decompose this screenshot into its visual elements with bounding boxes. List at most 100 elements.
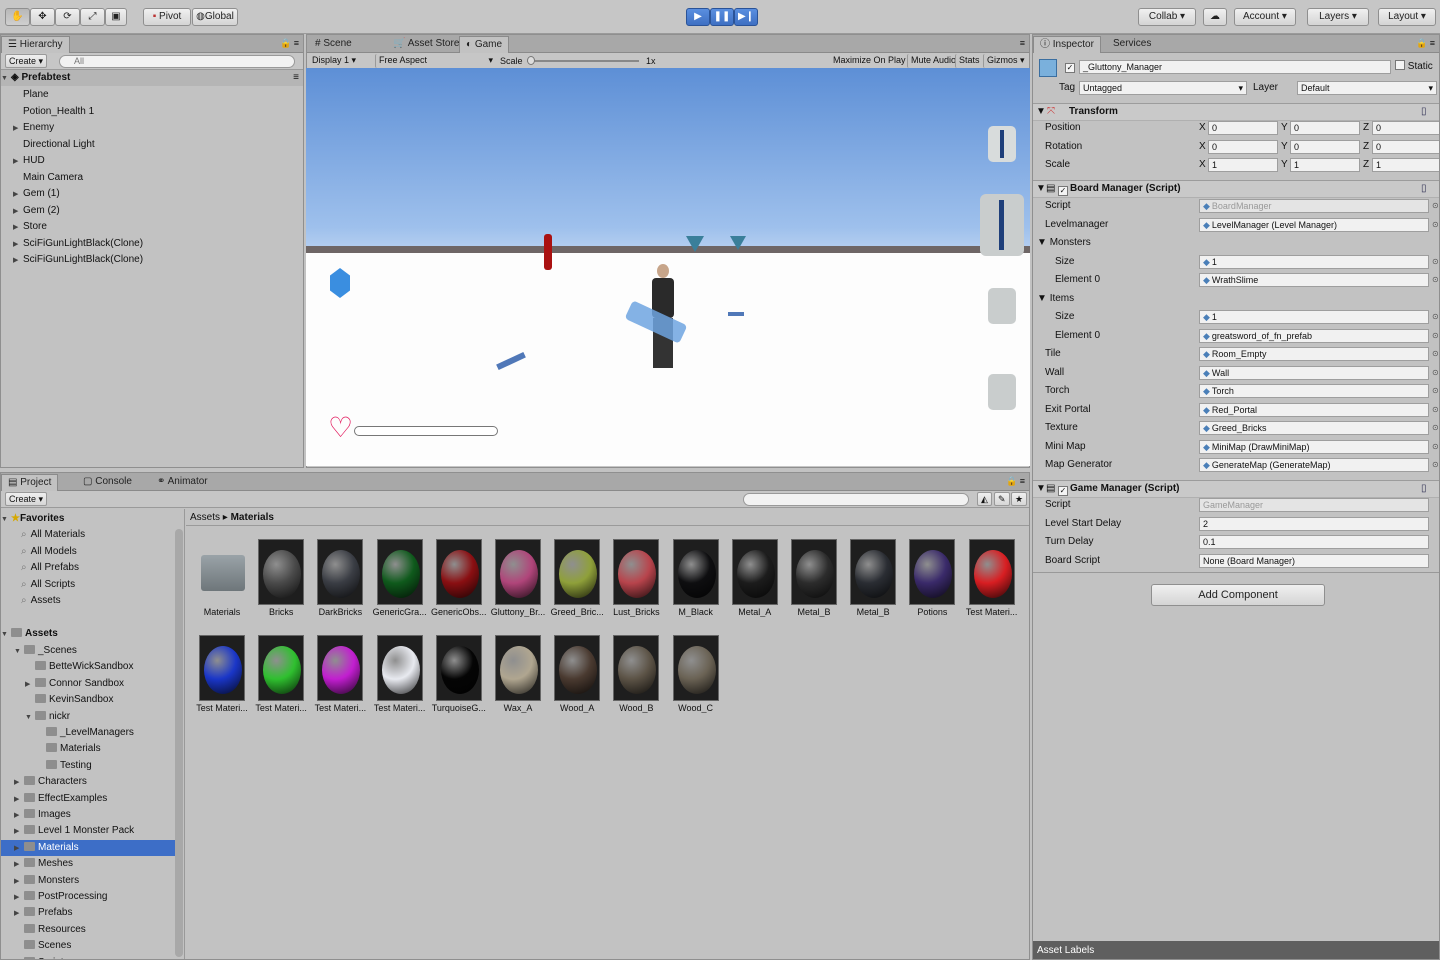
expand-arrow-icon[interactable]: ▶ xyxy=(14,874,24,890)
transform-rotation-z-field[interactable]: 0 xyxy=(1372,139,1439,154)
tag-dropdown[interactable]: Untagged ▾ xyxy=(1079,81,1247,95)
fold-arrow-icon[interactable]: ▼ xyxy=(1037,293,1050,304)
tab-services[interactable]: Services xyxy=(1107,36,1157,53)
aspect-dropdown[interactable]: Free Aspect ▾ xyxy=(375,54,495,68)
tab-hierarchy[interactable]: ☰ Hierarchy xyxy=(1,36,70,53)
expand-arrow-icon[interactable]: ▶ xyxy=(13,121,23,137)
add-component-button[interactable]: Add Component xyxy=(1151,584,1325,606)
transform-position-z-field[interactable]: 0 xyxy=(1372,121,1439,135)
tree-item[interactable]: ▶ Materials xyxy=(1,839,175,857)
tree-item[interactable]: ▶ Characters xyxy=(1,774,175,790)
hotbar-slot-4[interactable] xyxy=(988,374,1016,410)
tree-item[interactable]: ▶ Level 1 Monster Pack xyxy=(1,823,175,839)
favorite-item[interactable]: ⌕ Assets xyxy=(21,593,61,609)
transform-scale-z-field[interactable]: 1 xyxy=(1372,158,1439,172)
board-field-value[interactable]: ◆ 1 xyxy=(1199,310,1429,324)
object-picker-icon[interactable]: ⊙ xyxy=(1432,310,1439,324)
hierarchy-search-input[interactable]: All xyxy=(59,55,295,68)
material-thumbnail[interactable] xyxy=(672,635,719,701)
fold-arrow-icon[interactable]: ▼ xyxy=(1037,237,1050,248)
material-name[interactable]: GenericGra... xyxy=(370,607,430,617)
global-toggle[interactable]: ◍Global xyxy=(192,8,238,26)
material-thumbnail[interactable] xyxy=(435,539,482,605)
object-picker-icon[interactable]: ⊙ xyxy=(1432,218,1439,232)
expand-arrow-icon[interactable]: ▶ xyxy=(14,956,24,959)
layers-dropdown[interactable]: Layers ▾ xyxy=(1307,8,1369,26)
material-name[interactable]: Bricks xyxy=(251,607,311,617)
material-name[interactable]: Wood_B xyxy=(606,703,666,713)
tree-scrollbar[interactable] xyxy=(175,529,183,957)
material-name[interactable]: Greed_Bric... xyxy=(547,607,607,617)
game-field-value[interactable]: GameManager xyxy=(1199,498,1429,512)
board-field-value[interactable]: ◆ Torch xyxy=(1199,384,1429,398)
board-field-value[interactable]: ◆ Red_Portal xyxy=(1199,402,1429,417)
tree-item[interactable]: Testing xyxy=(1,758,175,774)
filter-type-icon[interactable]: ◭ xyxy=(977,492,992,506)
filter-label-icon[interactable]: ✎ xyxy=(994,492,1010,506)
hierarchy-item[interactable]: ▶ Gem (2) xyxy=(1,203,301,219)
hierarchy-item[interactable]: Plane xyxy=(1,87,301,103)
game-manager-header[interactable]: ▼ ▤ ✓ Game Manager (Script) ▯ xyxy=(1033,480,1439,498)
transform-scale-x-field[interactable]: 1 xyxy=(1208,158,1278,172)
scene-root[interactable]: ▼ ◈ Prefabtest ≡ xyxy=(1,70,303,86)
tree-item[interactable]: ▶ PostProcessing xyxy=(1,889,175,905)
material-name[interactable]: Test Materi... xyxy=(192,703,252,713)
material-thumbnail[interactable] xyxy=(909,539,956,605)
breadcrumb-current[interactable]: Materials xyxy=(231,512,274,523)
active-checkbox[interactable]: ✓ xyxy=(1065,61,1075,73)
game-viewport[interactable]: ♡ xyxy=(306,68,1030,466)
expand-arrow-icon[interactable]: ▶ xyxy=(14,841,24,857)
hand-tool-icon[interactable]: ✋ xyxy=(5,8,30,26)
material-name[interactable]: Test Materi... xyxy=(251,703,311,713)
favorite-item[interactable]: ⌕ All Prefabs xyxy=(21,560,79,576)
transform-position-y-field[interactable]: 0 xyxy=(1290,121,1360,135)
material-thumbnail[interactable] xyxy=(791,539,837,605)
tab-asset-store[interactable]: 🛒 Asset Store xyxy=(387,36,465,53)
tree-item[interactable]: ▶ Meshes xyxy=(1,856,175,872)
material-name[interactable]: Metal_B xyxy=(784,607,844,617)
expand-arrow-icon[interactable]: ▶ xyxy=(14,792,24,808)
breadcrumb-root[interactable]: Assets xyxy=(190,512,220,523)
material-thumbnail[interactable] xyxy=(613,539,660,605)
material-thumbnail[interactable] xyxy=(554,539,601,605)
inspector-menu-icon[interactable]: 🔒 ≡ xyxy=(1416,38,1435,49)
board-field-value[interactable]: ◆ WrathSlime xyxy=(1199,273,1429,287)
material-name[interactable]: Metal_B xyxy=(843,607,903,617)
tab-game[interactable]: ◐ Game xyxy=(459,36,510,53)
material-thumbnail[interactable] xyxy=(495,635,541,701)
material-thumbnail[interactable] xyxy=(731,539,778,605)
play-button[interactable]: ▶ xyxy=(686,8,710,26)
object-name-field[interactable]: _Gluttony_Manager xyxy=(1079,60,1391,74)
material-name[interactable]: Gluttony_Br... xyxy=(488,607,548,617)
tree-item[interactable]: Scenes xyxy=(1,938,175,954)
tab-scene[interactable]: # Scene xyxy=(309,36,358,53)
material-name[interactable]: TurquoiseG... xyxy=(429,703,489,713)
transform-rotation-x-field[interactable]: 0 xyxy=(1208,139,1278,154)
expand-arrow-icon[interactable]: ▶ xyxy=(13,253,23,269)
transform-header[interactable]: ▼ ⤧ Transform ▯ xyxy=(1033,103,1439,121)
board-field-value[interactable]: ◆ 1 xyxy=(1199,254,1429,269)
tree-item[interactable]: BetteWickSandbox xyxy=(1,659,175,675)
object-picker-icon[interactable]: ⊙ xyxy=(1432,384,1439,398)
asset-labels-bar[interactable]: Asset Labels xyxy=(1033,941,1439,959)
rect-tool-icon[interactable]: ▣ xyxy=(105,8,127,26)
material-name[interactable]: Potions xyxy=(902,607,962,617)
hierarchy-item[interactable]: ▶ Enemy xyxy=(1,120,301,136)
hierarchy-item[interactable]: Potion_Health 1 xyxy=(1,104,301,120)
favorite-item[interactable]: ⌕ All Materials xyxy=(21,527,85,543)
tree-item[interactable]: ▶ Images xyxy=(1,807,175,823)
material-thumbnail[interactable] xyxy=(317,635,364,701)
board-field-value[interactable]: ◆ LevelManager (Level Manager) xyxy=(1199,217,1429,232)
favorite-item[interactable]: ⌕ All Models xyxy=(21,544,77,560)
game-field-value[interactable]: None (Board Manager) xyxy=(1199,553,1429,568)
board-field-value[interactable]: ◆ MiniMap (DrawMiniMap) xyxy=(1199,439,1429,454)
material-thumbnail[interactable] xyxy=(850,539,897,605)
expand-arrow-icon[interactable]: ▶ xyxy=(14,890,24,906)
expand-arrow-icon[interactable]: ▶ xyxy=(14,775,24,791)
transform-scale-y-field[interactable]: 1 xyxy=(1290,158,1360,172)
board-field-value[interactable]: ◆ Wall xyxy=(1199,365,1429,380)
material-name[interactable]: M_Black xyxy=(666,607,726,617)
material-name[interactable]: Wood_A xyxy=(547,703,607,713)
tree-item[interactable]: ▼ _Scenes xyxy=(1,643,175,659)
tree-item[interactable]: Materials xyxy=(1,741,175,757)
